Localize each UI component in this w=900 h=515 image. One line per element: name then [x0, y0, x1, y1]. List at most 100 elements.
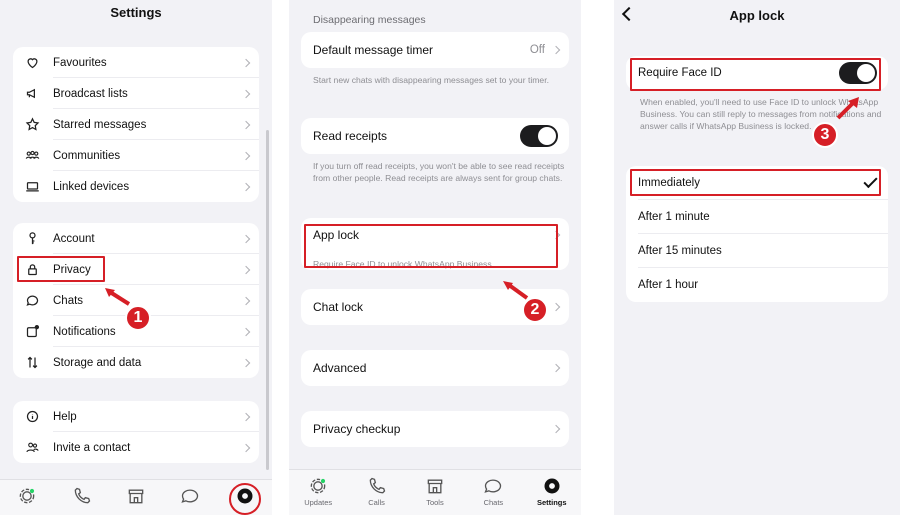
app-lock-description: Require Face ID to unlock WhatsApp Busin…	[313, 259, 495, 269]
settings-item-label: Invite a contact	[53, 441, 131, 454]
lock-timing-options: Immediately After 1 minute After 15 minu…	[626, 166, 888, 302]
tab-updates[interactable]: Updates	[294, 476, 342, 507]
updates-icon	[310, 478, 326, 494]
privacy-checkup-row[interactable]: Privacy checkup	[301, 411, 569, 447]
settings-gear-icon	[237, 488, 253, 504]
settings-item-label: Account	[53, 232, 95, 245]
updates-icon	[19, 488, 35, 504]
app-lock-row[interactable]: App lock	[301, 218, 569, 252]
arrow-icon	[503, 281, 529, 300]
row-label: App lock	[313, 228, 360, 242]
tab-calls[interactable]	[58, 486, 106, 506]
settings-item-help[interactable]: Help	[13, 401, 259, 432]
default-message-timer-row[interactable]: Default message timer Off	[301, 32, 569, 68]
settings-item-label: Favourites	[53, 56, 107, 69]
app-lock-group: App lock Require Face ID to unlock Whats…	[301, 218, 569, 270]
tab-bar	[0, 479, 272, 515]
tab-label: Tools	[426, 498, 444, 507]
settings-item-broadcast-lists[interactable]: Broadcast lists	[13, 78, 259, 109]
settings-item-privacy[interactable]: Privacy	[13, 254, 259, 285]
settings-item-account[interactable]: Account	[13, 223, 259, 254]
option-after-15-minutes[interactable]: After 15 minutes	[626, 234, 888, 268]
chats-icon	[484, 479, 502, 493]
settings-item-label: Starred messages	[53, 118, 147, 131]
settings-item-storage-and-data[interactable]: Storage and data	[13, 347, 259, 378]
privacy-screen: Disappearing messages Default message ti…	[289, 0, 581, 515]
tab-label: Chats	[483, 498, 504, 507]
settings-item-invite-a-contact[interactable]: Invite a contact	[13, 432, 259, 463]
scrollbar[interactable]	[266, 130, 269, 470]
key-icon	[24, 231, 40, 247]
info-icon	[24, 409, 40, 425]
read-receipts-row: Read receipts	[301, 118, 569, 154]
settings-item-label: Chats	[53, 294, 84, 307]
tab-label: Updates	[304, 498, 333, 507]
star-icon	[24, 117, 40, 133]
settings-item-linked-devices[interactable]: Linked devices	[13, 171, 259, 202]
default-timer-description: Start new chats with disappearing messag…	[313, 75, 549, 85]
laptop-icon	[24, 179, 40, 195]
option-label: Immediately	[638, 177, 700, 189]
settings-item-favourites[interactable]: Favourites	[13, 47, 259, 78]
settings-gear-icon	[544, 478, 560, 494]
require-face-id-toggle[interactable]	[839, 62, 877, 84]
row-label: Advanced	[313, 361, 367, 375]
page-title: App lock	[729, 8, 785, 23]
invite-people-icon	[24, 440, 40, 456]
store-icon	[427, 479, 443, 494]
settings-item-label: Privacy	[53, 263, 91, 276]
phone-icon	[74, 487, 90, 504]
settings-item-label: Communities	[53, 149, 121, 162]
step-badge: 1	[125, 305, 151, 331]
storage-arrows-icon	[24, 355, 40, 371]
option-immediately[interactable]: Immediately	[626, 166, 888, 200]
settings-item-label: Storage and data	[53, 356, 142, 369]
read-receipts-group: Read receipts	[301, 118, 569, 154]
settings-group-2: Account Privacy Chats Notifications Stor…	[13, 223, 259, 378]
communities-icon	[24, 148, 40, 164]
read-receipts-toggle[interactable]	[520, 125, 558, 147]
settings-group-3: Help Invite a contact	[13, 401, 259, 463]
tab-calls[interactable]: Calls	[353, 476, 401, 507]
settings-screen: Settings Favourites Broadcast lists Star…	[0, 0, 272, 515]
settings-item-label: Help	[53, 410, 77, 423]
require-face-id-group: Require Face ID	[626, 56, 888, 90]
tab-label: Calls	[368, 498, 385, 507]
tab-settings[interactable]: Settings	[528, 476, 576, 507]
settings-item-communities[interactable]: Communities	[13, 140, 259, 171]
megaphone-icon	[24, 86, 40, 102]
default-timer-group: Default message timer Off	[301, 32, 569, 68]
settings-group-1: Favourites Broadcast lists Starred messa…	[13, 47, 259, 202]
tab-chats[interactable]: Chats	[469, 476, 517, 507]
option-after-1-hour[interactable]: After 1 hour	[626, 268, 888, 302]
tab-label: Settings	[536, 498, 567, 507]
row-label: Privacy checkup	[313, 422, 401, 436]
tab-tools[interactable]	[112, 486, 160, 506]
lock-icon	[24, 262, 40, 278]
tab-settings[interactable]	[221, 486, 269, 506]
settings-item-label: Linked devices	[53, 180, 130, 193]
option-after-1-minute[interactable]: After 1 minute	[626, 200, 888, 234]
arrow-icon	[105, 288, 131, 306]
tab-bar: Updates Calls Tools Chats Settings	[289, 469, 581, 515]
privacy-checkup-group: Privacy checkup	[301, 411, 569, 447]
notification-icon	[24, 324, 40, 340]
tab-chats[interactable]	[166, 486, 214, 506]
page-title: Settings	[110, 5, 162, 20]
step-badge: 3	[812, 122, 838, 148]
phone-icon	[369, 477, 385, 494]
settings-item-label: Broadcast lists	[53, 87, 128, 100]
tab-updates[interactable]	[3, 486, 51, 506]
option-label: After 15 minutes	[638, 245, 722, 257]
advanced-row[interactable]: Advanced	[301, 350, 569, 386]
section-header: Disappearing messages	[313, 14, 426, 26]
option-label: After 1 hour	[638, 279, 699, 291]
require-face-id-row: Require Face ID	[626, 56, 888, 90]
chats-icon	[181, 489, 199, 503]
tab-tools[interactable]: Tools	[411, 476, 459, 507]
arrow-icon	[836, 97, 859, 120]
read-receipts-description: If you turn off read receipts, you won't…	[313, 161, 565, 183]
app-lock-screen: App lock Require Face ID When enabled, y…	[614, 0, 900, 515]
store-icon	[128, 489, 144, 504]
settings-item-starred-messages[interactable]: Starred messages	[13, 109, 259, 140]
